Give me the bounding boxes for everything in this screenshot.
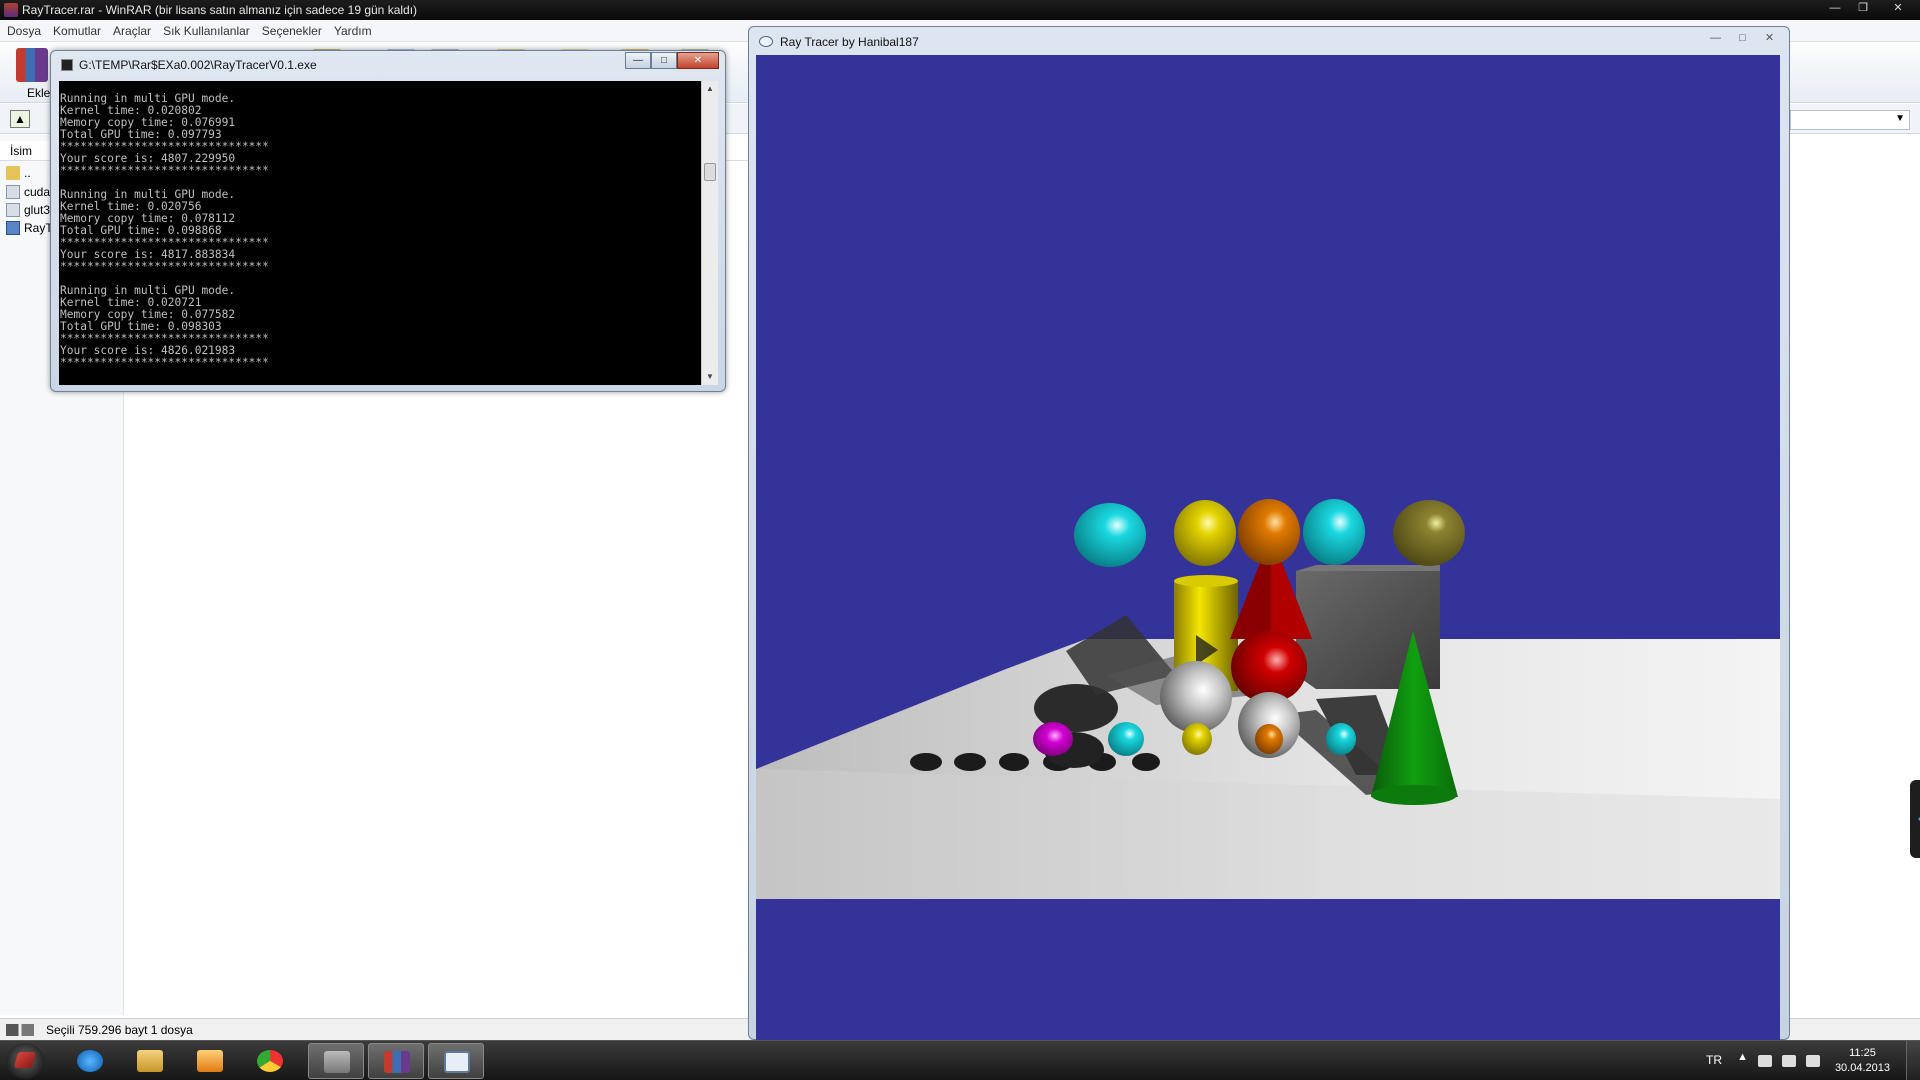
file-name: cuda [24,185,51,199]
render-canvas[interactable] [756,55,1780,1041]
cyan-sphere [1303,499,1365,565]
internet-explorer-icon [77,1050,103,1072]
winrar-icon [4,3,18,17]
raytracer-close-button[interactable]: ✕ [1756,30,1783,47]
taskbar-app[interactable] [62,1043,118,1079]
flag-icon[interactable] [1758,1055,1772,1067]
clock-time: 11:25 [1849,1047,1876,1059]
cyan-sphere [1074,503,1146,567]
scroll-up-icon[interactable]: ▲ [702,81,718,97]
menu-komutlar[interactable]: Komutlar [53,24,101,38]
start-button[interactable] [6,1043,44,1079]
raytracer-icon [759,36,773,47]
file-name: RayT [24,221,53,235]
menu-sik-kullanilanlar[interactable]: Sık Kullanılanlar [163,24,250,38]
file-list-area [1790,135,1920,1018]
clock[interactable]: 11:25 30.04.2013 [1835,1046,1890,1076]
orange-sphere-small [1255,724,1283,754]
console-minimize-button[interactable]: — [625,52,651,69]
console-title: G:\TEMP\Rar$EXa0.002\RayTracerV0.1.exe [79,58,317,72]
yellow-sphere [1174,500,1236,566]
up-folder-button[interactable]: ▲ [10,110,30,128]
exe-icon [6,221,20,235]
list-item[interactable]: RayT [6,219,53,237]
winrar-sfx-icon [324,1051,350,1073]
console-window: G:\TEMP\Rar$EXa0.002\RayTracerV0.1.exe —… [50,50,726,392]
menu-dosya[interactable]: Dosya [7,24,41,38]
console-close-button[interactable]: ✕ [677,52,719,69]
magenta-sphere [1033,722,1073,756]
list-item[interactable]: cuda [6,183,50,201]
taskbar-app[interactable] [428,1043,484,1079]
status-text: Seçili 759.296 bayt 1 dosya [46,1023,193,1037]
orange-sphere [1238,499,1300,565]
dll-icon [6,185,20,199]
file-name: .. [24,166,31,180]
language-indicator[interactable]: TR [1706,1053,1722,1067]
winrar-title: RayTracer.rar - WinRAR (bir lisans satın… [22,3,418,17]
taskbar-app[interactable] [242,1043,298,1079]
clock-date: 30.04.2013 [1834,1062,1890,1074]
cyan-sphere-small [1108,722,1144,756]
add-button[interactable]: Ekle [10,46,54,100]
menu-araclar[interactable]: Araçlar [113,24,151,38]
console-scrollbar[interactable]: ▲ ▼ [701,81,718,385]
rendered-scene [756,499,1780,899]
chevron-down-icon: ▼ [1895,113,1905,124]
menu-yardim[interactable]: Yardım [334,24,372,38]
show-hidden-icons-icon[interactable]: ▲ [1737,1051,1748,1063]
console-icon [61,59,73,71]
menu-secenekler[interactable]: Seçenekler [262,24,322,38]
side-panel-tab[interactable] [1910,780,1920,858]
winrar-icon [384,1051,410,1073]
list-item[interactable]: glut3 [6,201,50,219]
raytracer-icon [444,1051,470,1073]
drive-icon [6,1024,34,1036]
taskbar-app[interactable] [308,1043,364,1079]
show-desktop-button[interactable] [1906,1041,1920,1080]
console-maximize-button[interactable]: □ [651,52,677,69]
folder-icon [6,166,20,180]
add-archive-icon [16,48,48,82]
taskbar-app[interactable] [182,1043,238,1079]
add-button-label: Ekle [27,86,51,100]
taskbar-app[interactable] [122,1043,178,1079]
yellow-sphere-small [1182,723,1212,755]
chrome-icon [257,1050,283,1072]
dll-icon [6,203,20,217]
network-icon[interactable] [1782,1055,1796,1067]
winrar-titlebar[interactable]: RayTracer.rar - WinRAR (bir lisans satın… [0,0,1920,20]
taskbar: TR ▲ 11:25 30.04.2013 [0,1040,1920,1080]
raytracer-maximize-button[interactable]: □ [1729,30,1756,47]
silver-sphere [1160,661,1232,733]
list-item[interactable]: .. [6,164,31,182]
raytracer-minimize-button[interactable]: — [1702,30,1729,47]
olive-sphere [1393,500,1465,566]
raytracer-window: Ray Tracer by Hanibal187 — □ ✕ [748,26,1790,1041]
file-name: glut3 [24,203,51,217]
volume-icon[interactable] [1806,1055,1820,1067]
minimize-button[interactable]: — [1822,0,1848,16]
media-player-icon [197,1050,223,1072]
scroll-down-icon[interactable]: ▼ [702,369,718,385]
restore-button[interactable]: ❐ [1850,0,1876,16]
path-dropdown[interactable]: ▼ [1790,110,1910,130]
close-button[interactable]: ✕ [1878,0,1918,16]
cyan-sphere-small [1326,723,1356,755]
raytracer-title: Ray Tracer by Hanibal187 [780,35,919,49]
console-output: Running in multi GPU mode. Kernel time: … [59,81,701,385]
column-name[interactable]: İsim [10,144,32,158]
scroll-thumb[interactable] [704,163,716,181]
file-explorer-icon [137,1050,163,1072]
system-tray: TR ▲ 11:25 30.04.2013 [1680,1041,1920,1080]
taskbar-app[interactable] [368,1043,424,1079]
